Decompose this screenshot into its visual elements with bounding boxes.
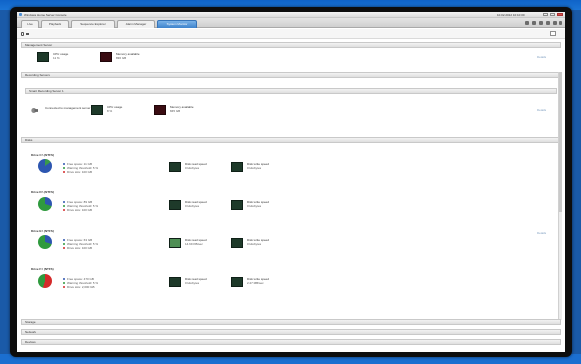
- tab-live[interactable]: Live: [21, 20, 39, 28]
- section-disks[interactable]: Disks: [21, 137, 561, 143]
- disk-read-value: 0 kilobytes: [185, 281, 200, 285]
- scrollbar-thumb[interactable]: [559, 72, 562, 212]
- rec-details-link[interactable]: Details: [537, 108, 546, 112]
- disk-write-indicator: [231, 200, 243, 210]
- section-recording-server[interactable]: Smart Recording Server 1: [25, 88, 557, 94]
- disk-name: Drive F:\ (NTFS): [31, 267, 54, 271]
- rec-memory-value: 845 GB: [170, 109, 181, 113]
- disk-size: Drive size: 2,000 GB: [67, 285, 95, 289]
- warning-legend-icon: [63, 243, 65, 245]
- arrow-icon[interactable]: [525, 21, 529, 25]
- maximize-button[interactable]: [550, 13, 555, 16]
- disk-usage-pie: [38, 159, 52, 173]
- server-icon: [31, 108, 38, 113]
- rec-memory-indicator: [154, 105, 166, 115]
- section-storage[interactable]: Storage: [21, 319, 561, 325]
- disk-read-indicator: [169, 277, 181, 287]
- disk-size: Drive size: 100 GB: [67, 246, 93, 250]
- disk-name: Drive D:\ (NTFS): [31, 190, 55, 194]
- free-legend-icon: [63, 201, 65, 203]
- tab-system-monitor[interactable]: System Monitor: [157, 20, 197, 28]
- application-window: Windows Home Server Console 10.02.2012 1…: [17, 12, 565, 352]
- section-recording-servers[interactable]: Recording Servers: [21, 72, 561, 78]
- warning-legend-icon: [63, 205, 65, 207]
- size-legend-icon: [63, 171, 65, 173]
- pin-icon[interactable]: [26, 33, 29, 35]
- tab-bar: Live Playback Sequence Explorer Alarm Ma…: [17, 18, 565, 28]
- disk-write-indicator: [231, 238, 243, 248]
- document-icon[interactable]: [550, 31, 556, 36]
- disk-read-value: 0 kilobytes: [185, 166, 200, 170]
- window-title: Windows Home Server Console: [24, 13, 67, 17]
- back-icon[interactable]: [532, 21, 536, 25]
- free-legend-icon: [63, 239, 65, 241]
- disk-name: Drive C:\ (NTFS): [31, 153, 55, 157]
- disk-read-value: 0 kilobytes: [185, 204, 200, 208]
- menu-icon[interactable]: [559, 21, 562, 25]
- warning-legend-icon: [63, 167, 65, 169]
- size-legend-icon: [63, 286, 65, 288]
- disk-size: Drive size: 100 GB: [67, 170, 93, 174]
- gear-icon[interactable]: [546, 21, 550, 25]
- scrollbar[interactable]: [558, 72, 562, 320]
- free-legend-icon: [63, 163, 65, 165]
- mgmt-memory-value: 836 GB: [116, 56, 127, 60]
- disk-read-indicator: [169, 162, 181, 172]
- disk-usage-pie: [38, 197, 52, 211]
- mgmt-cpu-value: 11 %: [53, 56, 60, 60]
- recording-server-status: Connected to management server: [45, 106, 91, 110]
- clock: 10.02.2012 10:10:00: [497, 13, 525, 17]
- help-icon[interactable]: [553, 21, 557, 25]
- disk-write-value: 0 kilobytes: [247, 204, 262, 208]
- settings-icon[interactable]: [539, 21, 543, 25]
- section-management-server[interactable]: Management Server: [21, 42, 561, 48]
- section-network[interactable]: Network: [21, 329, 561, 335]
- tab-playback[interactable]: Playback: [41, 20, 69, 28]
- mgmt-memory-indicator: [100, 52, 112, 62]
- disk-read-value: 14.69 KB/sec: [185, 242, 203, 246]
- sub-toolbar: [17, 29, 565, 39]
- free-legend-icon: [63, 278, 65, 280]
- disks-details-link[interactable]: Details: [537, 231, 546, 235]
- rec-cpu-value: 8 %: [107, 109, 113, 113]
- disk-usage-pie: [38, 235, 52, 249]
- rec-cpu-indicator: [91, 105, 103, 115]
- tab-alarm-manager[interactable]: Alarm Manager: [117, 20, 155, 28]
- app-icon: [19, 13, 22, 16]
- disk-name: Drive E:\ (NTFS): [31, 229, 54, 233]
- lock-icon[interactable]: [21, 32, 24, 36]
- disk-size: Drive size: 100 GB: [67, 208, 93, 212]
- close-button[interactable]: [557, 13, 563, 16]
- disk-write-value: 2.27 MB/sec: [247, 281, 264, 285]
- tab-sequence-explorer[interactable]: Sequence Explorer: [71, 20, 115, 28]
- disk-write-value: 0 kilobytes: [247, 242, 262, 246]
- mgmt-details-link[interactable]: Details: [537, 55, 546, 59]
- disk-write-indicator: [231, 162, 243, 172]
- disk-write-indicator: [231, 277, 243, 287]
- disk-usage-pie: [38, 274, 52, 288]
- size-legend-icon: [63, 209, 65, 211]
- disk-read-indicator: [169, 238, 181, 248]
- warning-legend-icon: [63, 282, 65, 284]
- size-legend-icon: [63, 247, 65, 249]
- minimize-button[interactable]: [543, 13, 548, 16]
- disk-write-value: 0 kilobytes: [247, 166, 262, 170]
- section-devices[interactable]: Devices: [21, 339, 561, 345]
- disk-read-indicator: [169, 200, 181, 210]
- mgmt-cpu-indicator: [37, 52, 49, 62]
